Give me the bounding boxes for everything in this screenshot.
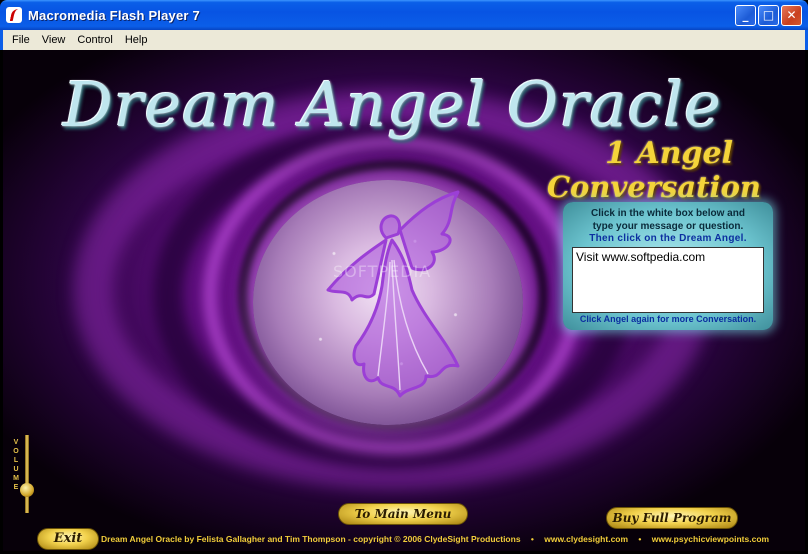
- volume-slider-handle[interactable]: [20, 482, 34, 497]
- instruction-text: Click in the white box below and type yo…: [563, 207, 773, 233]
- volume-letter: M: [13, 475, 19, 482]
- maximize-button[interactable]: □: [758, 5, 779, 26]
- close-button[interactable]: ✕: [781, 5, 802, 26]
- exit-button[interactable]: Exit: [37, 528, 99, 550]
- subtitle-line2: Conversation: [546, 170, 761, 204]
- window-controls: _ □ ✕: [735, 5, 802, 26]
- link-clydesight[interactable]: www.clydesight.com: [544, 534, 628, 544]
- window-title: Macromedia Flash Player 7: [28, 7, 200, 23]
- subtitle-line1: 1 Angel: [605, 136, 733, 171]
- conversation-panel: Click in the white box below and type yo…: [563, 202, 773, 330]
- angel-figure-icon[interactable]: [308, 190, 478, 410]
- click-again-hint: Click Angel again for more Conversation.: [579, 314, 757, 324]
- minimize-button[interactable]: _: [735, 5, 756, 26]
- copyright-text: Dream Angel Oracle by Felista Gallagher …: [101, 534, 521, 544]
- flash-player-icon: [6, 7, 22, 23]
- volume-slider-track[interactable]: [25, 435, 29, 513]
- watermark: SOFTPEDIA: [333, 262, 432, 281]
- volume-letter: V: [13, 439, 19, 446]
- volume-letter: O: [13, 448, 19, 455]
- menu-view[interactable]: View: [36, 34, 72, 46]
- flash-stage: SOFTPEDIA Dream Angel Oracle 1 Angel Con…: [3, 50, 805, 551]
- buy-full-program-button[interactable]: Buy Full Program: [606, 507, 738, 529]
- menu-control[interactable]: Control: [71, 34, 118, 46]
- main-menu-button[interactable]: To Main Menu: [338, 503, 468, 525]
- volume-label: V O L U M E: [11, 438, 21, 492]
- window-titlebar[interactable]: Macromedia Flash Player 7 _ □ ✕: [0, 0, 808, 30]
- instruction-line1: Click in the white box below and: [591, 208, 745, 219]
- link-psychicviewpoints[interactable]: www.psychicviewpoints.com: [652, 534, 769, 544]
- menu-file[interactable]: File: [6, 34, 36, 46]
- app-title: Dream Angel Oracle: [63, 68, 722, 141]
- menu-bar: File View Control Help: [0, 30, 808, 50]
- instruction-line2: type your message or question.: [592, 221, 744, 232]
- volume-letter: U: [13, 466, 19, 473]
- volume-letter: L: [13, 457, 19, 464]
- instruction-line3: Then click on the Dream Angel.: [589, 233, 747, 244]
- footer-credits: Dream Angel Oracle by Felista Gallagher …: [101, 534, 770, 544]
- menu-help[interactable]: Help: [119, 34, 154, 46]
- message-input[interactable]: Visit www.softpedia.com: [572, 247, 764, 313]
